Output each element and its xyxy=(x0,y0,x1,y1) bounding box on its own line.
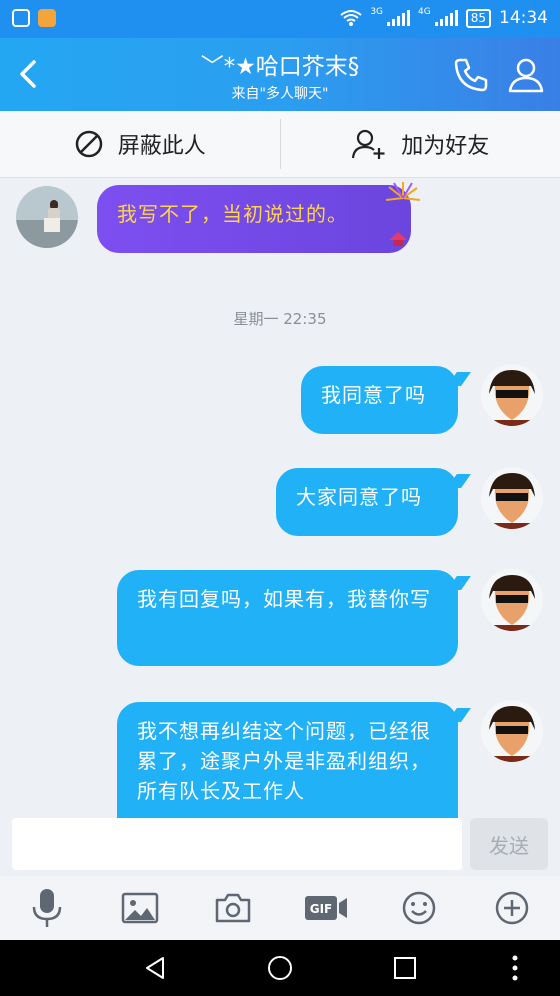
my-avatar[interactable] xyxy=(481,364,543,426)
message-bubble-incoming[interactable]: 我写不了，当初说过的。 xyxy=(97,185,411,253)
message-bubble-outgoing[interactable]: 我有回复吗，如果有，我替你写 xyxy=(117,570,458,666)
message-text: 我有回复吗，如果有，我替你写 xyxy=(137,587,431,611)
more-button[interactable] xyxy=(487,884,537,932)
nav-recents-button[interactable] xyxy=(385,952,425,984)
signal-icon xyxy=(387,10,411,26)
image-icon xyxy=(121,892,159,924)
gif-button[interactable]: GIF xyxy=(301,884,351,932)
fireworks-decoration-icon xyxy=(385,182,421,201)
svg-text:GIF: GIF xyxy=(310,902,333,916)
chat-header: ﹀*★哈口芥末§ 来自"多人聊天" xyxy=(0,38,560,111)
input-toolbar: GIF xyxy=(0,876,560,940)
notification-icon xyxy=(12,9,30,27)
battery-indicator: 85 xyxy=(465,8,491,28)
system-nav-bar xyxy=(0,940,560,996)
plus-icon xyxy=(495,891,529,925)
message-text: 我不想再纠结这个问题，已经很累了，途聚户外是非盈利组织，所有队长及工作人 xyxy=(137,719,431,803)
stranger-action-bar: 屏蔽此人 加为好友 xyxy=(0,111,560,178)
emoji-icon xyxy=(402,891,436,925)
camera-button[interactable] xyxy=(208,884,258,932)
square-recents-icon xyxy=(394,957,416,979)
more-vertical-icon xyxy=(512,955,518,981)
add-user-icon xyxy=(352,129,385,159)
clock: 14:34 xyxy=(499,8,548,28)
message-text: 我同意了吗 xyxy=(321,383,426,407)
message-text: 我写不了，当初说过的。 xyxy=(117,202,348,226)
message-timestamp: 星期一 22:35 xyxy=(233,310,327,328)
status-bar: 3G 4G 85 14:34 xyxy=(0,0,560,38)
lantern-decoration-icon xyxy=(389,232,407,246)
block-user-button[interactable]: 屏蔽此人 xyxy=(0,111,280,177)
network-3g: 3G xyxy=(370,7,384,17)
send-button[interactable]: 发送 xyxy=(470,818,548,870)
circle-home-icon xyxy=(268,956,292,980)
contact-avatar[interactable] xyxy=(16,186,78,248)
block-user-label: 屏蔽此人 xyxy=(117,134,206,159)
nav-menu-button[interactable] xyxy=(495,952,535,984)
emoji-button[interactable] xyxy=(394,884,444,932)
voice-button[interactable] xyxy=(22,884,72,932)
call-button[interactable] xyxy=(450,54,492,96)
message-list[interactable]: 我写不了，当初说过的。 星期一 22:35 我同意了吗 大家同意了吗 我有回复吗… xyxy=(0,178,560,818)
message-bubble-outgoing[interactable]: 大家同意了吗 xyxy=(276,468,458,536)
my-avatar[interactable] xyxy=(481,569,543,631)
message-text: 大家同意了吗 xyxy=(296,485,422,509)
nav-back-button[interactable] xyxy=(135,952,175,984)
message-bubble-outgoing[interactable]: 我不想再纠结这个问题，已经很累了，途聚户外是非盈利组织，所有队长及工作人 xyxy=(117,702,458,818)
block-icon xyxy=(75,130,102,158)
message-input[interactable] xyxy=(12,818,462,870)
signal-icon-2 xyxy=(434,10,458,26)
network-4g: 4G xyxy=(418,7,431,17)
message-bubble-outgoing[interactable]: 我同意了吗 xyxy=(301,366,458,434)
nav-home-button[interactable] xyxy=(260,952,300,984)
user-icon xyxy=(508,58,544,93)
mail-icon xyxy=(38,9,56,27)
input-row: 发送 xyxy=(0,818,560,876)
add-friend-button[interactable]: 加为好友 xyxy=(281,111,560,177)
triangle-back-icon xyxy=(146,957,164,979)
gif-icon: GIF xyxy=(305,896,347,920)
my-avatar[interactable] xyxy=(481,700,543,762)
profile-button[interactable] xyxy=(505,54,547,96)
camera-icon xyxy=(215,893,251,923)
phone-icon xyxy=(454,58,488,92)
wifi-icon xyxy=(340,10,362,26)
photo-button[interactable] xyxy=(115,884,165,932)
my-avatar[interactable] xyxy=(481,467,543,529)
microphone-icon xyxy=(32,889,62,927)
add-friend-label: 加为好友 xyxy=(401,134,490,159)
